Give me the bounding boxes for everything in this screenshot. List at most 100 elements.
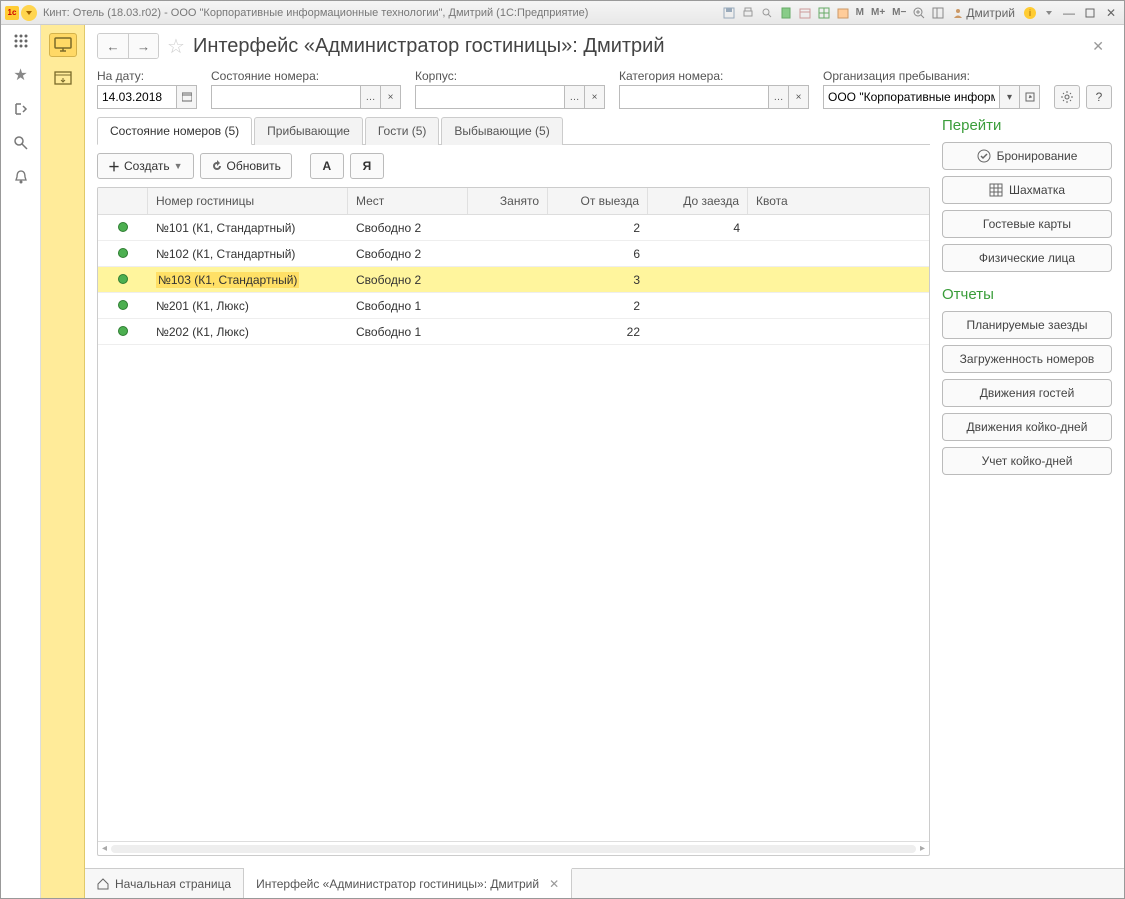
cell-ot: 6 [548,247,648,261]
user-label[interactable]: Дмитрий [949,6,1019,20]
tab-3[interactable]: Выбывающие (5) [441,117,562,145]
nav-forward-button[interactable]: → [128,34,158,58]
report-button-4[interactable]: Учет койко-дней [942,447,1112,475]
cell-mest: Свободно 2 [348,247,468,261]
col-do[interactable]: До заезда [648,188,748,214]
create-button[interactable]: ＋Создать▼ [97,153,194,179]
sort-ya-button[interactable]: Я [350,153,384,179]
table-row[interactable]: №103 (К1, Стандартный)Свободно 23 [98,267,929,293]
cell-room: №201 (К1, Люкс) [148,299,348,313]
tab-0[interactable]: Состояние номеров (5) [97,117,252,145]
table-row[interactable]: №101 (К1, Стандартный)Свободно 224 [98,215,929,241]
table-row[interactable]: №201 (К1, Люкс)Свободно 12 [98,293,929,319]
close-button[interactable]: ✕ [1102,5,1120,21]
sort-a-button[interactable]: А [310,153,344,179]
report-button-1[interactable]: Загруженность номеров [942,345,1112,373]
room-state-input[interactable] [211,85,361,109]
cell-ot: 2 [548,221,648,235]
col-status[interactable] [98,188,148,214]
tab-2[interactable]: Гости (5) [365,117,440,145]
favorite-star-icon[interactable]: ☆ [167,34,185,59]
category-clear-button[interactable]: × [789,85,809,109]
zoom-icon[interactable] [911,5,927,21]
settings-button[interactable] [1054,85,1080,109]
maximize-button[interactable] [1081,5,1099,21]
nav-back-button[interactable]: ← [98,34,128,58]
history-icon[interactable] [11,99,31,119]
rooms-grid: Номер гостиницы Мест Занято От выезда До… [97,187,930,856]
bell-icon[interactable] [11,167,31,187]
cell-mest: Свободно 1 [348,299,468,313]
tab-1[interactable]: Прибывающие [254,117,363,145]
table-row[interactable]: №102 (К1, Стандартный)Свободно 26 [98,241,929,267]
calendar-picker-icon[interactable] [177,85,197,109]
help-button[interactable]: ? [1086,85,1112,109]
col-zanyato[interactable]: Занято [468,188,548,214]
desktop-icon[interactable] [49,33,77,57]
date-icon[interactable] [835,5,851,21]
calculator-icon[interactable] [778,5,794,21]
goto-button-3[interactable]: Физические лица [942,244,1112,272]
search-icon[interactable] [11,133,31,153]
preview-icon[interactable] [759,5,775,21]
col-ot[interactable]: От выезда [548,188,648,214]
nav-buttons: ← → [97,33,159,59]
main-menu-dropdown[interactable] [21,5,37,21]
building-input[interactable] [415,85,565,109]
scale-m-icon[interactable]: M [854,5,866,21]
room-state-label: Состояние номера: [211,69,401,83]
grid-icon[interactable] [816,5,832,21]
print-icon[interactable] [740,5,756,21]
goto-button-1[interactable]: Шахматка [942,176,1112,204]
table-row[interactable]: №202 (К1, Люкс)Свободно 122 [98,319,929,345]
building-select-button[interactable]: … [565,85,585,109]
cell-ot: 3 [548,273,648,287]
tabs: Состояние номеров (5)ПрибывающиеГости (5… [97,117,930,145]
report-button-3[interactable]: Движения койко-дней [942,413,1112,441]
info-dropdown-icon[interactable] [1041,5,1057,21]
side-button-label: Шахматка [1009,183,1065,197]
scale-mplus-icon[interactable]: M+ [869,5,887,21]
date-label: На дату: [97,69,197,83]
tab-close-icon[interactable]: ✕ [549,877,559,891]
save-icon[interactable] [721,5,737,21]
home-icon [97,878,109,890]
panel-icon[interactable] [930,5,946,21]
org-dropdown-button[interactable]: ▾ [1000,85,1020,109]
room-state-select-button[interactable]: … [361,85,381,109]
cell-do: 4 [648,221,748,235]
side-button-label: Бронирование [997,149,1078,163]
room-state-clear-button[interactable]: × [381,85,401,109]
side-button-label: Физические лица [979,251,1075,265]
minimize-button[interactable]: — [1060,5,1078,21]
home-tab[interactable]: Начальная страница [85,869,244,898]
building-clear-button[interactable]: × [585,85,605,109]
report-button-2[interactable]: Движения гостей [942,379,1112,407]
date-input[interactable] [97,85,177,109]
cell-room: №202 (К1, Люкс) [148,325,348,339]
user-icon [953,8,963,18]
col-room[interactable]: Номер гостиницы [148,188,348,214]
app-logo-icon: 1c [5,6,19,20]
org-label: Организация пребывания: [823,69,1040,83]
window-icon[interactable] [49,67,77,91]
page-close-button[interactable]: ✕ [1084,34,1112,59]
category-select-button[interactable]: … [769,85,789,109]
report-button-0[interactable]: Планируемые заезды [942,311,1112,339]
horizontal-scrollbar[interactable]: ◂▸ [98,841,929,855]
org-open-button[interactable] [1020,85,1040,109]
goto-button-2[interactable]: Гостевые карты [942,210,1112,238]
goto-button-0[interactable]: Бронирование [942,142,1112,170]
col-kvota[interactable]: Квота [748,188,929,214]
apps-icon[interactable] [11,31,31,51]
star-icon[interactable]: ★ [11,65,31,85]
calendar-icon[interactable] [797,5,813,21]
scale-mminus-icon[interactable]: M− [890,5,908,21]
info-icon[interactable]: i [1022,5,1038,21]
category-input[interactable] [619,85,769,109]
refresh-button[interactable]: Обновить [200,153,292,179]
current-tab[interactable]: Интерфейс «Администратор гостиницы»: Дми… [244,868,572,898]
col-mest[interactable]: Мест [348,188,468,214]
org-input[interactable] [823,85,1000,109]
category-label: Категория номера: [619,69,809,83]
